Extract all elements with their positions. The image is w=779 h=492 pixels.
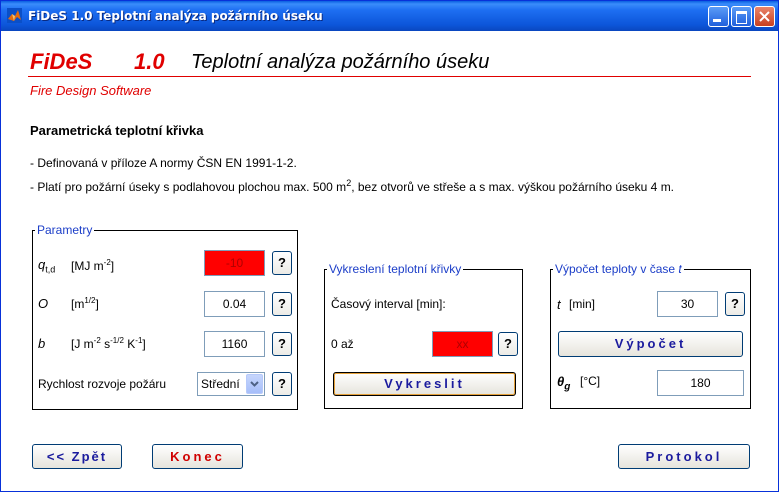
t-input[interactable]: 30	[657, 291, 718, 317]
theta-subscript: g	[564, 381, 571, 393]
q-unit-a: [MJ m	[71, 259, 104, 273]
section-note-2: - Platí pro požární úseky s podlahovou p…	[30, 178, 674, 194]
page-heading: Teplotní analýza požárního úseku	[191, 51, 490, 73]
interval-to-input[interactable]: xx	[432, 331, 493, 357]
vypocet-legend: Výpočet teploty v čase t	[553, 262, 684, 276]
q-unit: [MJ m-2]	[71, 258, 114, 273]
b-help-button[interactable]: ?	[272, 332, 292, 356]
minimize-icon	[713, 19, 721, 22]
t-symbol: t	[557, 297, 561, 312]
vykresleni-panel: Vykreslení teplotní křivky Časový interv…	[324, 262, 523, 409]
window-title: FiDeS 1.0 Teplotní analýza požárního úse…	[28, 9, 323, 23]
section-note-2-text: - Platí pro požární úseky s podlahovou p…	[30, 180, 347, 194]
interval-help-button[interactable]: ?	[498, 332, 518, 356]
o-unit-a: [m	[71, 297, 85, 311]
q-subscript: t,d	[45, 264, 56, 275]
maximize-icon	[736, 11, 747, 24]
o-unit: [m1/2]	[71, 296, 99, 311]
o-unit-exp: 1/2	[84, 296, 96, 305]
b-unit: [J m-2 s-1/2 K-1]	[71, 336, 146, 351]
interval-label: Časový interval [min]:	[331, 297, 446, 311]
rychlost-help-button[interactable]: ?	[272, 372, 292, 396]
protocol-button[interactable]: Protokol	[618, 444, 750, 469]
q-input[interactable]: -10	[204, 250, 265, 276]
b-unit-a: [J m	[71, 337, 94, 351]
vykresleni-legend: Vykreslení teplotní křivky	[327, 262, 464, 276]
section-note-2-rest: , bez otvorů ve střeše a s max. výškou p…	[351, 180, 675, 194]
b-unit-exp-a: -2	[93, 336, 101, 345]
vypocet-panel: Výpočet teploty v čase t t [min] 30 ? Vý…	[550, 262, 751, 409]
o-help-button[interactable]: ?	[272, 292, 292, 316]
t-help-button[interactable]: ?	[725, 292, 745, 316]
t-unit: [min]	[569, 297, 596, 311]
maximize-button[interactable]	[731, 6, 752, 27]
vykreslit-button[interactable]: Vykreslit	[333, 372, 516, 396]
o-symbol: O	[38, 296, 49, 311]
parametry-legend: Parametry	[35, 223, 95, 237]
chevron-down-icon	[250, 381, 259, 387]
theta-unit: [°C]	[580, 374, 601, 388]
q-label: qt,d	[38, 257, 55, 275]
parametry-panel: Parametry qt,d [MJ m-2] -10 ? O [m1/2] 0…	[32, 223, 298, 410]
b-unit-b: s	[100, 337, 111, 351]
theta-output: 180	[657, 370, 744, 396]
vypocet-legend-var: t	[678, 262, 682, 276]
section-title: Parametrická teplotní křivka	[30, 123, 204, 138]
rychlost-label: Rychlost rozvoje požáru	[38, 377, 167, 391]
q-help-button[interactable]: ?	[272, 251, 292, 275]
q-unit-exp: -2	[103, 258, 111, 267]
app-name: FiDeS	[30, 49, 93, 74]
section-note-1: - Definovaná v příloze A normy ČSN EN 19…	[30, 156, 297, 170]
rychlost-value: Střední	[201, 377, 240, 391]
app-version: 1.0	[134, 49, 165, 74]
back-button[interactable]: << Zpět	[32, 444, 122, 469]
close-icon	[759, 11, 770, 22]
vypocet-button[interactable]: Výpočet	[558, 331, 743, 357]
app-subtitle: Fire Design Software	[30, 83, 152, 98]
b-unit-exp-b: -1/2	[110, 336, 124, 345]
interval-from-label: 0 až	[331, 337, 354, 351]
title-bar[interactable]: FiDeS 1.0 Teplotní analýza požárního úse…	[1, 1, 778, 31]
close-button[interactable]	[754, 6, 775, 27]
b-input[interactable]: 1160	[204, 331, 265, 357]
matlab-logo-icon	[7, 8, 22, 23]
minimize-button[interactable]	[708, 6, 729, 27]
app-window: FiDeS 1.0 Teplotní analýza požárního úse…	[0, 0, 779, 492]
q-unit-close: ]	[110, 259, 115, 273]
b-unit-close: ]	[142, 337, 146, 351]
rychlost-dropdown-button[interactable]	[246, 374, 263, 394]
o-unit-close: ]	[95, 297, 99, 311]
o-input[interactable]: 0.04	[204, 291, 265, 317]
theta-label: θg	[557, 374, 570, 393]
end-button[interactable]: Konec	[152, 444, 243, 469]
header-divider	[28, 76, 751, 77]
b-unit-c: K	[123, 337, 136, 351]
rychlost-select[interactable]: Střední	[197, 372, 265, 396]
b-symbol: b	[38, 336, 46, 351]
vypocet-legend-text: Výpočet teploty v čase	[555, 262, 679, 276]
